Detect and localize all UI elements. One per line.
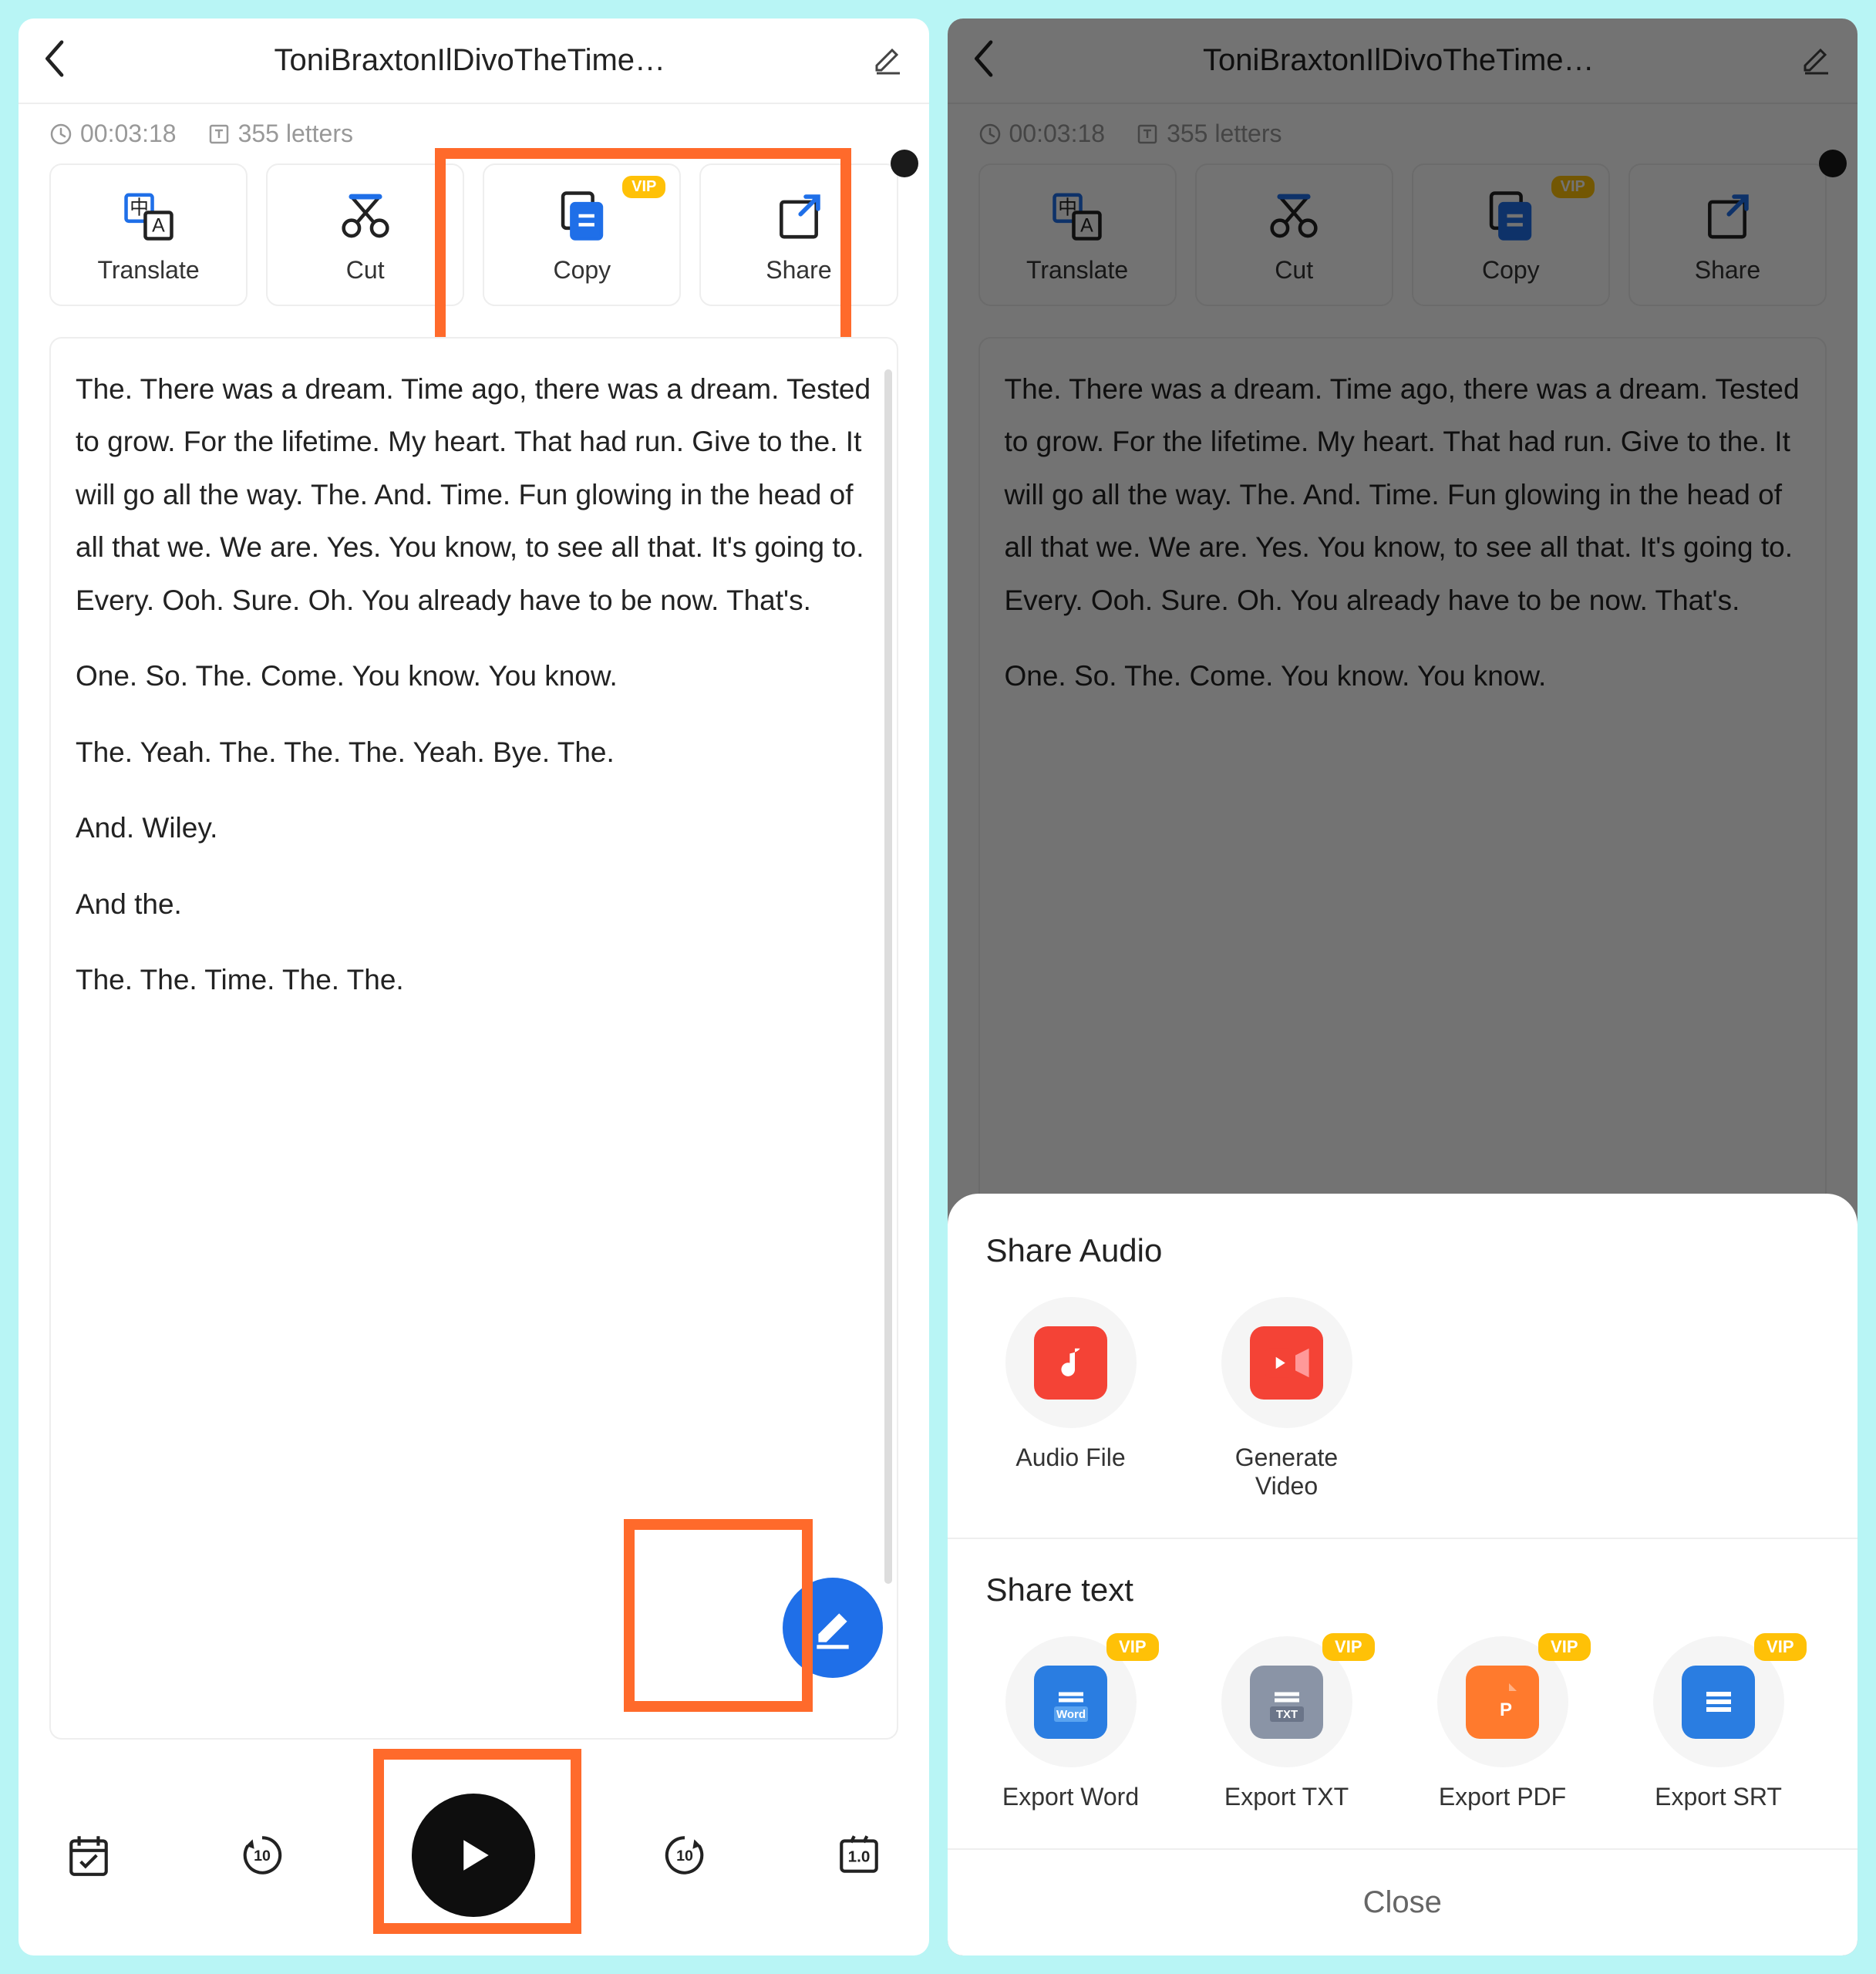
letter-count: 355 letters [207, 120, 353, 148]
share-sheet: Share Audio Audio File Generate Video Sh… [948, 1194, 1858, 1955]
text-icon [207, 123, 231, 146]
rewind-10-icon[interactable]: 10 [238, 1831, 286, 1879]
txt-doc-icon: TXT [1250, 1666, 1323, 1739]
share-text-heading: Share text [986, 1571, 1820, 1609]
svg-text:Word: Word [1056, 1708, 1085, 1721]
translate-button[interactable]: 中A Translate [49, 163, 248, 306]
svg-text:A: A [152, 214, 165, 236]
share-audio-heading: Share Audio [986, 1232, 1820, 1269]
audio-file-button[interactable]: Audio File [986, 1297, 1156, 1501]
page-title: ToniBraxtonIlDivoTheTime… [83, 43, 857, 78]
video-icon [1250, 1326, 1323, 1400]
transcript-paragraph: And. Wiley. [76, 802, 872, 854]
duration: 00:03:18 [49, 120, 177, 148]
forward-10-icon[interactable]: 10 [661, 1831, 709, 1879]
svg-text:TXT: TXT [1275, 1708, 1297, 1721]
transcript-paragraph: And the. [76, 878, 872, 931]
export-pdf-button[interactable]: VIP P Export PDF [1418, 1636, 1588, 1811]
annotation-highlight-play [373, 1749, 581, 1934]
svg-text:P: P [1500, 1699, 1512, 1720]
generate-video-button[interactable]: Generate Video [1202, 1297, 1372, 1501]
export-word-button[interactable]: VIP Word Export Word [986, 1636, 1156, 1811]
calendar-icon[interactable] [65, 1831, 113, 1879]
scissors-icon [339, 190, 392, 242]
export-txt-button[interactable]: VIP TXT Export TXT [1202, 1636, 1372, 1811]
export-srt-button[interactable]: VIP Export SRT [1634, 1636, 1804, 1811]
srt-doc-icon [1682, 1666, 1755, 1739]
playback-time: 00:00:00 [776, 19, 874, 1759]
close-button[interactable]: Close [948, 1848, 1858, 1955]
word-doc-icon: Word [1034, 1666, 1107, 1739]
edit-title-icon[interactable] [872, 42, 904, 79]
speed-button[interactable]: 1.0 [835, 1831, 883, 1879]
vip-badge: VIP [1538, 1633, 1590, 1661]
translate-icon: 中A [123, 190, 175, 242]
scrollbar[interactable] [884, 369, 892, 1584]
music-note-icon [1034, 1326, 1107, 1400]
vip-badge: VIP [1322, 1633, 1374, 1661]
transcript-paragraph: One. So. The. Come. You know. You know. [76, 650, 872, 702]
vip-badge: VIP [1754, 1633, 1806, 1661]
transcript-paragraph: The. Yeah. The. The. The. Yeah. Bye. The… [76, 726, 872, 779]
back-icon[interactable] [43, 40, 68, 81]
svg-text:1.0: 1.0 [847, 1848, 870, 1865]
right-screen: ToniBraxtonIlDivoTheTime… 00:03:18 355 l… [948, 19, 1858, 1955]
left-screen: ToniBraxtonIlDivoTheTime… 00:03:18 355 l… [19, 19, 929, 1955]
clock-icon [49, 123, 72, 146]
vip-badge: VIP [1106, 1633, 1158, 1661]
transcript-paragraph: The. The. Time. The. The. [76, 954, 872, 1006]
svg-text:10: 10 [676, 1848, 693, 1865]
transcript-paragraph: The. There was a dream. Time ago, there … [76, 363, 872, 627]
svg-text:10: 10 [254, 1848, 271, 1865]
pdf-doc-icon: P [1466, 1666, 1539, 1739]
scroll-handle[interactable] [891, 150, 918, 177]
